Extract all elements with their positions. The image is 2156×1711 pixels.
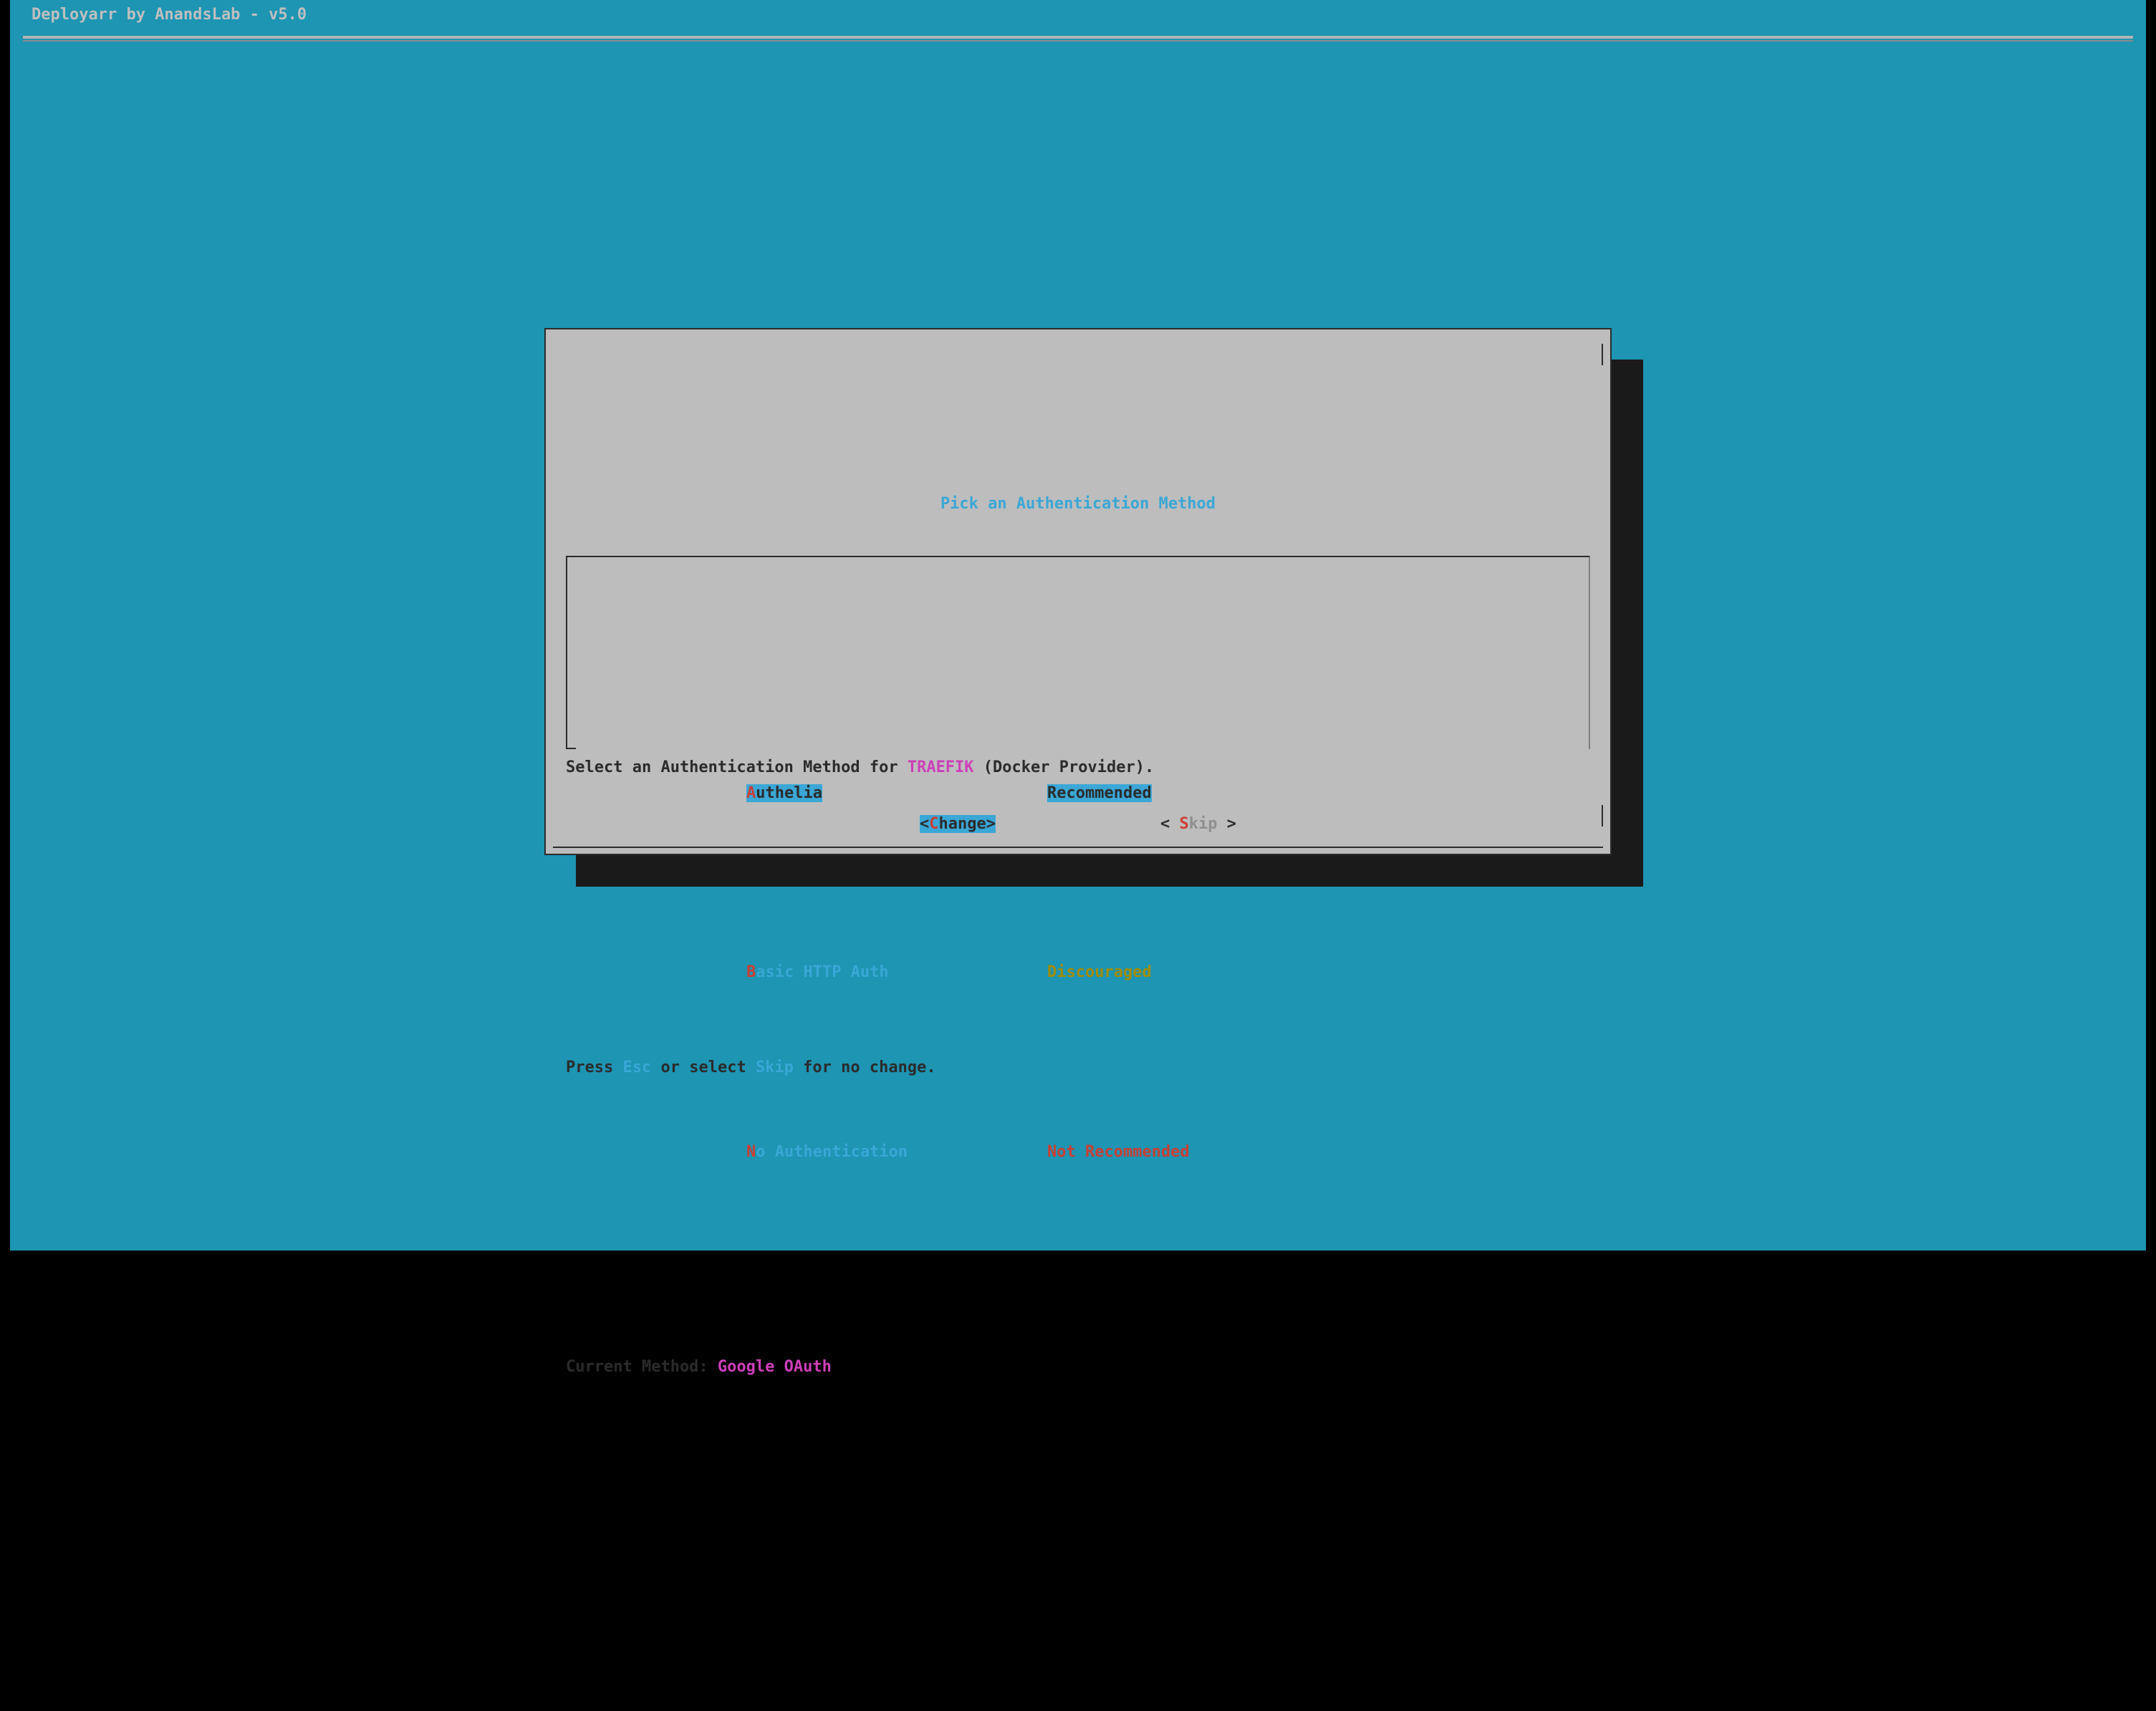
text: Current Method: [566,1358,718,1376]
hotkey: A [746,784,756,802]
border-stub [567,748,576,749]
border-notch [1602,344,1603,365]
change-button[interactable]: <Change> [920,809,996,839]
menu-item-basic-http[interactable]: Basic HTTP Auth Discouraged [746,928,1569,1018]
divider-shadow [23,40,2133,42]
hotkey: B [746,963,756,981]
app-title: Deployarr by AnandsLab - v5.0 [32,0,307,30]
hotkey: S [1179,815,1188,833]
bracket-close: > [986,815,996,833]
option-label: o Authentication [756,1143,908,1161]
menu-inner: Authelia Recommended Basic HTTP Auth Disco… [567,647,1589,1287]
button-label: hange [939,815,986,833]
current-method: Google OAuth [718,1358,832,1376]
dialog-wrap: Pick an Authentication Method Select an … [544,328,1612,855]
bracket-open: < [920,815,929,833]
menu-item-no-auth[interactable]: No Authentication Not Recommended [746,1107,1569,1197]
option-desc: Recommended [1047,784,1152,802]
skip-button[interactable]: < Skip > [1160,809,1236,839]
option-label: asic HTTP Auth [756,963,888,981]
menu-box: AutheliaRecommended Basic HTTP AuthDisco… [566,556,1590,749]
bracket-close: > [1217,815,1236,833]
hotkey: C [929,815,938,833]
dialog-bottom-border [553,847,1603,848]
option-desc: Discouraged [1047,963,1152,981]
auth-method-dialog: Pick an Authentication Method Select an … [544,328,1612,855]
dialog-title: Pick an Authentication Method [566,489,1590,519]
bracket-open: < [1160,815,1180,833]
option-desc: Not Recommended [1047,1143,1190,1161]
divider [23,36,2133,39]
button-row: <Change> < Skip > [546,809,1610,839]
button-label: kip [1189,815,1218,833]
option-label: uthelia [756,784,822,802]
hotkey: N [746,1143,756,1161]
dialog-line-3: Current Method: Google OAuth [566,1322,1590,1412]
